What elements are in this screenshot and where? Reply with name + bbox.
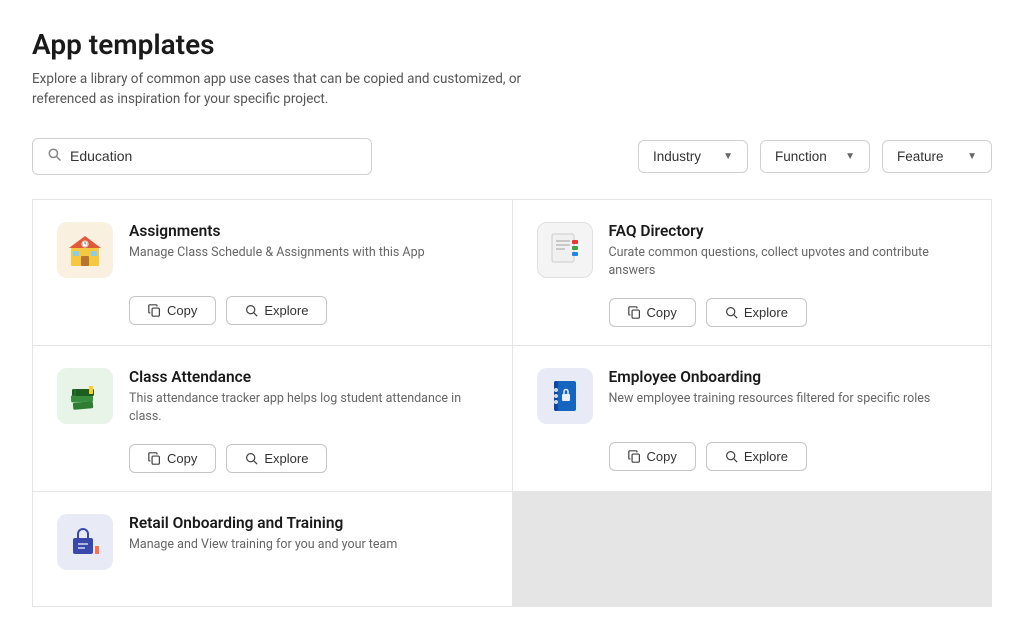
search-icon	[47, 147, 62, 166]
industry-label: Industry	[653, 149, 701, 164]
explore-icon	[725, 306, 738, 319]
copy-icon	[628, 450, 641, 463]
class-attendance-actions: Copy Explore	[129, 444, 488, 473]
industry-chevron-icon: ▼	[723, 151, 733, 162]
page-title: App templates	[32, 28, 992, 61]
class-attendance-title: Class Attendance	[129, 368, 488, 386]
faq-explore-label: Explore	[744, 305, 788, 320]
class-attendance-explore-button[interactable]: Explore	[226, 444, 327, 473]
assignments-actions: Copy Explore	[129, 296, 488, 325]
copy-icon	[148, 304, 161, 317]
faq-desc: Curate common questions, collect upvotes…	[609, 244, 968, 280]
retail-onboarding-title: Retail Onboarding and Training	[129, 514, 488, 532]
faq-copy-button[interactable]: Copy	[609, 298, 696, 327]
assignments-title: Assignments	[129, 222, 488, 240]
class-attendance-copy-button[interactable]: Copy	[129, 444, 216, 473]
explore-icon	[245, 452, 258, 465]
assignments-info: Assignments Manage Class Schedule & Assi…	[129, 222, 488, 262]
employee-onboarding-info: Employee Onboarding New employee trainin…	[609, 368, 968, 408]
card-faq-directory: FAQ Directory Curate common questions, c…	[513, 200, 992, 345]
faq-info: FAQ Directory Curate common questions, c…	[609, 222, 968, 280]
class-attendance-desc: This attendance tracker app helps log st…	[129, 390, 488, 426]
retail-onboarding-desc: Manage and View training for you and you…	[129, 536, 488, 554]
card-top: Employee Onboarding New employee trainin…	[537, 368, 968, 424]
faq-copy-label: Copy	[647, 305, 677, 320]
retail-onboarding-info: Retail Onboarding and Training Manage an…	[129, 514, 488, 554]
class-attendance-copy-label: Copy	[167, 451, 197, 466]
assignments-copy-label: Copy	[167, 303, 197, 318]
card-top: FAQ Directory Curate common questions, c…	[537, 222, 968, 280]
search-input[interactable]	[70, 148, 357, 164]
feature-label: Feature	[897, 149, 944, 164]
card-employee-onboarding: Employee Onboarding New employee trainin…	[513, 346, 992, 491]
faq-explore-button[interactable]: Explore	[706, 298, 807, 327]
employee-onboarding-copy-label: Copy	[647, 449, 677, 464]
page-subtitle: Explore a library of common app use case…	[32, 69, 552, 110]
template-grid: Assignments Manage Class Schedule & Assi…	[32, 199, 992, 608]
assignments-icon	[57, 222, 113, 278]
card-top: Retail Onboarding and Training Manage an…	[57, 514, 488, 570]
function-chevron-icon: ▼	[845, 151, 855, 162]
faq-title: FAQ Directory	[609, 222, 968, 240]
filter-row: Industry ▼ Function ▼ Feature ▼	[32, 138, 992, 175]
function-dropdown[interactable]: Function ▼	[760, 140, 870, 173]
class-attendance-explore-label: Explore	[264, 451, 308, 466]
class-attendance-icon	[57, 368, 113, 424]
function-label: Function	[775, 149, 827, 164]
employee-onboarding-explore-label: Explore	[744, 449, 788, 464]
assignments-copy-button[interactable]: Copy	[129, 296, 216, 325]
faq-actions: Copy Explore	[609, 298, 968, 327]
employee-onboarding-icon	[537, 368, 593, 424]
faq-icon	[537, 222, 593, 278]
copy-icon	[628, 306, 641, 319]
assignments-explore-button[interactable]: Explore	[226, 296, 327, 325]
explore-icon	[245, 304, 258, 317]
employee-onboarding-actions: Copy Explore	[609, 442, 968, 471]
employee-onboarding-copy-button[interactable]: Copy	[609, 442, 696, 471]
industry-dropdown[interactable]: Industry ▼	[638, 140, 748, 173]
employee-onboarding-desc: New employee training resources filtered…	[609, 390, 968, 408]
feature-chevron-icon: ▼	[967, 151, 977, 162]
assignments-desc: Manage Class Schedule & Assignments with…	[129, 244, 488, 262]
card-top: Class Attendance This attendance tracker…	[57, 368, 488, 426]
employee-onboarding-explore-button[interactable]: Explore	[706, 442, 807, 471]
copy-icon	[148, 452, 161, 465]
assignments-explore-label: Explore	[264, 303, 308, 318]
card-class-attendance: Class Attendance This attendance tracker…	[33, 346, 512, 491]
search-box[interactable]	[32, 138, 372, 175]
employee-onboarding-title: Employee Onboarding	[609, 368, 968, 386]
class-attendance-info: Class Attendance This attendance tracker…	[129, 368, 488, 426]
retail-onboarding-icon	[57, 514, 113, 570]
card-retail-onboarding: Retail Onboarding and Training Manage an…	[33, 492, 512, 606]
explore-icon	[725, 450, 738, 463]
card-top: Assignments Manage Class Schedule & Assi…	[57, 222, 488, 278]
feature-dropdown[interactable]: Feature ▼	[882, 140, 992, 173]
card-assignments: Assignments Manage Class Schedule & Assi…	[33, 200, 512, 345]
